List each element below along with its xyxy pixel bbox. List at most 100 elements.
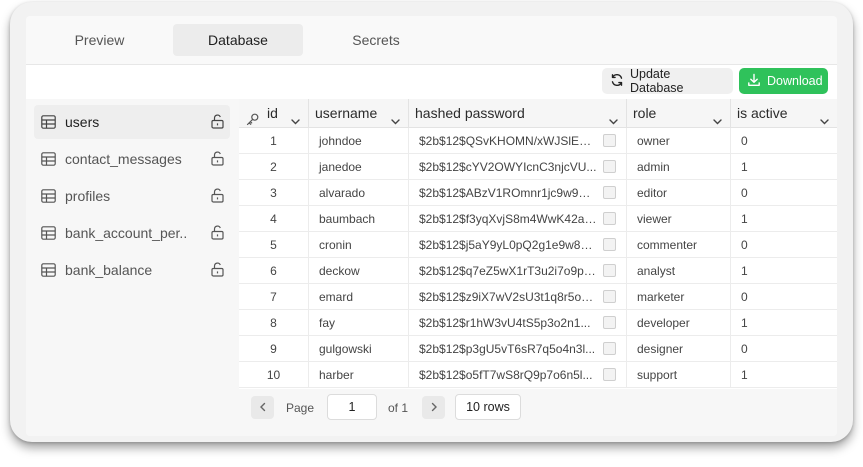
unlock-icon[interactable] — [211, 262, 224, 282]
page-number-input[interactable]: 1 — [327, 394, 377, 420]
app-window: Preview Database Secrets Update Database — [10, 2, 853, 442]
table-cell-hashed-password[interactable]: $2b$12$o5fT7wS8rQ9p7o6n5l... — [409, 362, 627, 388]
expand-icon[interactable] — [603, 264, 616, 277]
expand-icon[interactable] — [603, 212, 616, 225]
table-cell-is-active[interactable]: 0 — [731, 128, 837, 154]
table-cell-username[interactable]: baumbach — [309, 206, 409, 232]
table-cell-hashed-password[interactable]: $2b$12$z9iX7wV2sU3t1q8r5oN1... — [409, 284, 627, 310]
table-cell-is-active[interactable]: 1 — [731, 154, 837, 180]
refresh-icon — [610, 73, 624, 90]
tab-preview[interactable]: Preview — [26, 24, 173, 56]
cell-text: $2b$12$cYV2OWYIcnC3njcVU... — [419, 160, 597, 174]
chevron-right-icon — [429, 399, 439, 417]
table-cell-hashed-password[interactable]: $2b$12$f3yqXvjS8m4WwK42aZ... — [409, 206, 627, 232]
cell-text: $2b$12$QSvKHOMN/xWJSlEhegU... — [419, 134, 597, 148]
cell-text: $2b$12$ABzV1ROmnr1jc9w9HC... — [419, 186, 597, 200]
table-cell-role[interactable]: owner — [627, 128, 731, 154]
table-cell-role[interactable]: support — [627, 362, 731, 388]
sidebar-item-bank-account-permissions[interactable]: bank_account_per.. — [34, 216, 230, 250]
data-grid: id username hashed password role is acti… — [239, 99, 837, 389]
previous-page-button[interactable] — [251, 396, 274, 419]
table-cell-is-active[interactable]: 0 — [731, 284, 837, 310]
table-cell-id[interactable]: 3 — [239, 180, 309, 206]
table-cell-is-active[interactable]: 1 — [731, 258, 837, 284]
sidebar-item-profiles[interactable]: profiles — [34, 179, 230, 213]
table-cell-hashed-password[interactable]: $2b$12$j5aY9yL0pQ2g1e9w8zX... — [409, 232, 627, 258]
table-cell-username[interactable]: janedoe — [309, 154, 409, 180]
table-cell-is-active[interactable]: 0 — [731, 232, 837, 258]
sidebar-item-contact-messages[interactable]: contact_messages — [34, 142, 230, 176]
sidebar-item-users[interactable]: users — [34, 105, 230, 139]
column-header-is-active[interactable]: is active — [731, 99, 837, 128]
table-cell-is-active[interactable]: 0 — [731, 336, 837, 362]
table-cell-role[interactable]: editor — [627, 180, 731, 206]
sidebar-item-bank-balance[interactable]: bank_balance — [34, 253, 230, 287]
table-cell-hashed-password[interactable]: $2b$12$p3gU5vT6sR7q5o4n3l... — [409, 336, 627, 362]
table-icon — [41, 226, 56, 245]
table-cell-id[interactable]: 5 — [239, 232, 309, 258]
expand-icon[interactable] — [603, 368, 616, 381]
tab-secrets[interactable]: Secrets — [306, 24, 446, 56]
expand-icon[interactable] — [603, 186, 616, 199]
rows-per-page-select[interactable]: 10 rows — [455, 394, 521, 420]
page-count-label: of 1 — [388, 401, 409, 415]
table-cell-username[interactable]: cronin — [309, 232, 409, 258]
download-button[interactable]: Download — [739, 68, 828, 94]
column-header-hashed-password[interactable]: hashed password — [409, 99, 627, 128]
table-cell-role[interactable]: marketer — [627, 284, 731, 310]
table-cell-username[interactable]: emard — [309, 284, 409, 310]
table-cell-id[interactable]: 6 — [239, 258, 309, 284]
table-cell-username[interactable]: alvarado — [309, 180, 409, 206]
table-cell-hashed-password[interactable]: $2b$12$QSvKHOMN/xWJSlEhegU... — [409, 128, 627, 154]
sidebar-item-label: users — [65, 114, 100, 130]
toolbar: Update Database Download — [26, 65, 837, 99]
expand-icon[interactable] — [603, 316, 616, 329]
update-database-button[interactable]: Update Database — [602, 67, 733, 95]
table-cell-username[interactable]: johndoe — [309, 128, 409, 154]
unlock-icon[interactable] — [211, 188, 224, 208]
table-icon — [41, 189, 56, 208]
table-cell-role[interactable]: developer — [627, 310, 731, 336]
table-cell-id[interactable]: 7 — [239, 284, 309, 310]
table-cell-hashed-password[interactable]: $2b$12$r1hW3vU4tS5p3o2n1... — [409, 310, 627, 336]
table-cell-username[interactable]: harber — [309, 362, 409, 388]
table-cell-role[interactable]: analyst — [627, 258, 731, 284]
unlock-icon[interactable] — [211, 151, 224, 171]
unlock-icon[interactable] — [211, 114, 224, 134]
table-cell-is-active[interactable]: 1 — [731, 310, 837, 336]
table-cell-is-active[interactable]: 1 — [731, 362, 837, 388]
table-cell-id[interactable]: 4 — [239, 206, 309, 232]
expand-icon[interactable] — [603, 290, 616, 303]
table-cell-id[interactable]: 1 — [239, 128, 309, 154]
table-cell-role[interactable]: viewer — [627, 206, 731, 232]
expand-icon[interactable] — [603, 238, 616, 251]
table-cell-hashed-password[interactable]: $2b$12$ABzV1ROmnr1jc9w9HC... — [409, 180, 627, 206]
table-cell-id[interactable]: 10 — [239, 362, 309, 388]
sidebar-item-label: bank_account_per.. — [65, 225, 188, 241]
column-header-id[interactable]: id — [239, 99, 309, 128]
page-label: Page — [286, 401, 315, 415]
tab-database[interactable]: Database — [173, 24, 303, 56]
table-cell-username[interactable]: gulgowski — [309, 336, 409, 362]
column-header-role[interactable]: role — [627, 99, 731, 128]
table-cell-hashed-password[interactable]: $2b$12$cYV2OWYIcnC3njcVU... — [409, 154, 627, 180]
table-cell-role[interactable]: designer — [627, 336, 731, 362]
table-cell-role[interactable]: commenter — [627, 232, 731, 258]
expand-icon[interactable] — [603, 160, 616, 173]
table-cell-id[interactable]: 8 — [239, 310, 309, 336]
expand-icon[interactable] — [603, 342, 616, 355]
table-cell-id[interactable]: 9 — [239, 336, 309, 362]
table-cell-username[interactable]: deckow — [309, 258, 409, 284]
next-page-button[interactable] — [422, 396, 445, 419]
table-cell-role[interactable]: admin — [627, 154, 731, 180]
table-cell-is-active[interactable]: 0 — [731, 180, 837, 206]
unlock-icon[interactable] — [211, 225, 224, 245]
column-label: id — [267, 105, 278, 121]
expand-icon[interactable] — [603, 134, 616, 147]
table-cell-username[interactable]: fay — [309, 310, 409, 336]
table-cell-hashed-password[interactable]: $2b$12$q7eZ5wX1rT3u2i7o9pL1... — [409, 258, 627, 284]
table-cell-is-active[interactable]: 1 — [731, 206, 837, 232]
table-cell-id[interactable]: 2 — [239, 154, 309, 180]
sidebar-item-label: profiles — [65, 188, 111, 204]
column-header-username[interactable]: username — [309, 99, 409, 128]
